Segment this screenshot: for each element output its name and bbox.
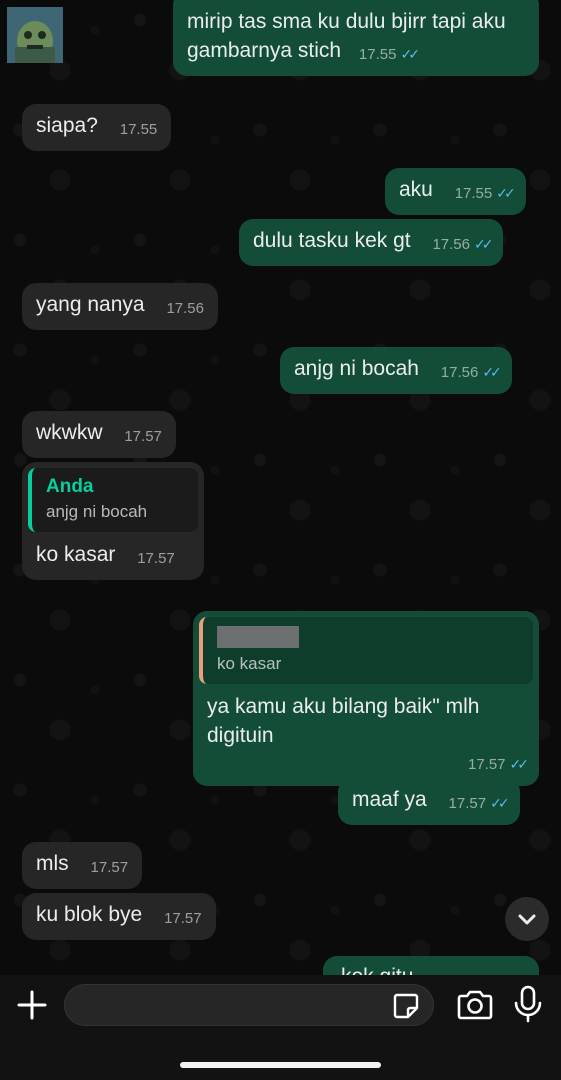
message-meta: 17.56 (166, 294, 204, 323)
message-bubble-outgoing[interactable]: mirip tas sma ku dulu bjirr tapi aku gam… (173, 0, 539, 76)
message-text: ko kasar (36, 543, 116, 566)
message-bubble-outgoing[interactable]: maaf ya 17.57 ✓✓ (338, 778, 520, 825)
message-meta: 17.57 (124, 422, 162, 451)
camera-icon (457, 990, 493, 1020)
attach-button[interactable] (14, 987, 50, 1023)
read-ticks-icon: ✓✓ (482, 364, 502, 380)
message-text: mls (36, 852, 69, 875)
quoted-text: ko kasar (217, 654, 282, 673)
microphone-button[interactable] (512, 984, 544, 1024)
avatar[interactable] (7, 7, 63, 63)
message-meta: 17.55 ✓✓ (358, 40, 420, 69)
message-time: 17.57 (124, 428, 162, 445)
message-bubble-incoming[interactable]: mls 17.57 (22, 842, 143, 889)
chat-area[interactable]: mirip tas sma ku dulu bjirr tapi aku gam… (0, 0, 561, 975)
home-indicator[interactable] (180, 1062, 381, 1068)
read-ticks-icon: ✓✓ (496, 185, 516, 201)
quoted-message[interactable]: Anda anjg ni bocah (28, 468, 198, 532)
scroll-to-bottom-button[interactable] (505, 897, 549, 941)
chevron-down-icon (518, 914, 536, 925)
read-ticks-icon: ✓✓ (400, 46, 420, 62)
message-meta: 17.57 (137, 544, 175, 573)
redacted-name (217, 626, 299, 648)
message-time: 17.56 (432, 236, 470, 253)
message-text: aku (399, 178, 433, 201)
message-time: 17.57 (164, 910, 202, 927)
message-meta: 17.57 (164, 904, 202, 933)
message-time: 17.57 (448, 795, 487, 812)
message-meta: 17.56 ✓✓ (432, 230, 494, 259)
message-text: ya kamu aku bilang baik" mlh digituin (207, 695, 480, 747)
quoted-author: Anda (46, 476, 94, 497)
message-meta: 17.55 ✓✓ (454, 179, 516, 208)
message-text: wkwkw (36, 421, 103, 444)
message-text: kok gitu (337, 965, 413, 975)
message-time: 17.57 (467, 756, 506, 773)
message-bubble-outgoing[interactable]: kok gitu (323, 956, 539, 975)
message-bubble-incoming[interactable]: ku blok bye 17.57 (22, 893, 216, 940)
read-ticks-icon: ✓✓ (473, 236, 494, 252)
message-time: 17.55 (119, 121, 158, 138)
message-time: 17.57 (90, 859, 129, 876)
message-time: 17.56 (166, 300, 204, 317)
plus-icon (17, 990, 47, 1020)
message-meta: 17.57 ✓✓ (448, 789, 510, 818)
message-text: mirip tas sma ku dulu bjirr tapi aku gam… (187, 10, 506, 62)
message-text: siapa? (36, 114, 98, 137)
message-time: 17.55 (358, 46, 397, 63)
message-meta: 17.55 (120, 115, 158, 144)
message-text: ku blok bye (36, 903, 143, 926)
message-bubble-incoming-reply[interactable]: Anda anjg ni bocah ko kasar 17.57 (22, 462, 204, 580)
message-bubble-incoming[interactable]: yang nanya 17.56 (22, 283, 218, 330)
message-bubble-outgoing-reply[interactable]: ko kasar ya kamu aku bilang baik" mlh di… (193, 611, 539, 786)
camera-button[interactable] (456, 988, 494, 1022)
quoted-message[interactable]: ko kasar (199, 617, 533, 684)
message-meta-inner: 17.57 ✓✓ (467, 750, 530, 779)
message-meta: 17.57 (91, 853, 129, 882)
message-text: yang nanya (36, 293, 145, 316)
message-time: 17.56 (440, 364, 479, 381)
message-input[interactable] (64, 984, 434, 1026)
message-bubble-outgoing[interactable]: anjg ni bocah 17.56 ✓✓ (280, 347, 512, 394)
message-bubble-outgoing[interactable]: aku 17.55 ✓✓ (385, 168, 526, 215)
read-ticks-icon: ✓✓ (490, 795, 510, 811)
message-time: 17.57 (137, 550, 175, 567)
message-text: anjg ni bocah (294, 357, 419, 380)
message-text: maaf ya (352, 788, 427, 811)
message-meta: 17.57 ✓✓ (207, 746, 530, 779)
sticker-button[interactable] (392, 992, 420, 1020)
message-text: dulu tasku kek gt (253, 229, 411, 252)
microphone-icon (514, 985, 542, 1023)
read-ticks-icon: ✓✓ (509, 756, 530, 772)
message-meta: 17.56 ✓✓ (440, 358, 502, 387)
message-bubble-outgoing[interactable]: dulu tasku kek gt 17.56 ✓✓ (239, 219, 504, 266)
quoted-text: anjg ni bocah (46, 502, 148, 521)
message-time: 17.55 (454, 185, 493, 202)
sticker-icon (393, 993, 419, 1019)
message-bubble-incoming[interactable]: siapa? 17.55 (22, 104, 172, 151)
message-bubble-incoming[interactable]: wkwkw 17.57 (22, 411, 176, 458)
